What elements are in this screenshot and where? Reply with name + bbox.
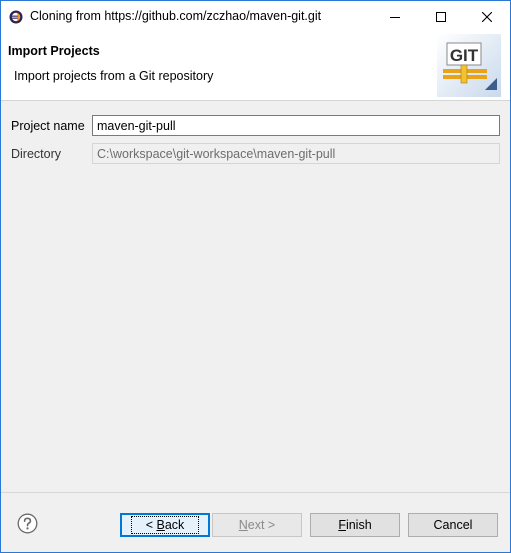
cancel-button[interactable]: Cancel xyxy=(408,513,498,537)
back-button[interactable]: < Back xyxy=(120,513,210,537)
window-title: Cloning from https://github.com/zczhao/m… xyxy=(30,9,322,23)
import-projects-dialog: Cloning from https://github.com/zczhao/m… xyxy=(0,0,511,553)
close-icon xyxy=(482,11,492,22)
back-rest: ack xyxy=(164,518,185,532)
finish-mnemonic: F xyxy=(338,518,346,532)
project-name-label: Project name xyxy=(11,119,85,133)
finish-button[interactable]: Finish xyxy=(310,513,400,537)
next-rest: ext > xyxy=(247,518,276,532)
page-description: Import projects from a Git repository xyxy=(14,69,214,83)
next-button: Next > xyxy=(212,513,302,537)
maximize-icon xyxy=(436,11,446,22)
next-mnemonic: N xyxy=(238,518,248,532)
git-import-wizard-icon: GIT xyxy=(437,34,501,97)
back-button-label: < Back xyxy=(130,516,200,534)
page-title: Import Projects xyxy=(8,44,100,58)
project-name-field[interactable] xyxy=(92,115,500,136)
directory-label: Directory xyxy=(11,147,62,161)
wizard-body: Project name Directory xyxy=(1,102,510,492)
minimize-button[interactable] xyxy=(372,1,418,32)
directory-field xyxy=(92,143,500,164)
eclipse-icon xyxy=(9,10,23,24)
back-mnemonic: B xyxy=(156,518,165,532)
back-prefix: < xyxy=(145,518,157,532)
close-button[interactable] xyxy=(464,1,510,32)
finish-rest: inish xyxy=(345,518,372,532)
button-bar: < Back Next > Finish Cancel xyxy=(1,492,510,552)
minimize-icon xyxy=(390,16,400,18)
help-icon[interactable] xyxy=(17,513,38,534)
title-bar[interactable]: Cloning from https://github.com/zczhao/m… xyxy=(1,1,510,32)
git-logo-text: GIT xyxy=(450,46,479,65)
maximize-button[interactable] xyxy=(418,1,464,32)
cancel-label: Cancel xyxy=(433,518,473,532)
wizard-header: Import Projects Import projects from a G… xyxy=(1,32,510,101)
